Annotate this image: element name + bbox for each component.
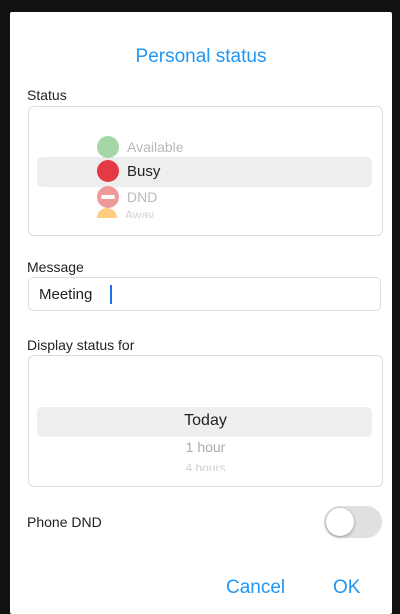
status-option-dnd[interactable]: DND (97, 186, 157, 208)
display-status-label: Display status for (27, 337, 135, 353)
dnd-bar-glyph (101, 195, 115, 199)
status-picker[interactable]: Available Busy DND Away (28, 106, 383, 236)
ok-button[interactable]: OK (333, 577, 360, 599)
toggle-knob (326, 508, 354, 536)
status-label: Status (27, 87, 67, 103)
cancel-button[interactable]: Cancel (226, 577, 285, 599)
busy-status-icon (97, 160, 119, 182)
personal-status-dialog: Personal status Status Available Busy DN… (10, 12, 392, 614)
dialog-title: Personal status (135, 46, 267, 67)
available-status-icon (97, 136, 119, 158)
message-label: Message (27, 259, 84, 275)
status-option-label: Available (127, 139, 184, 155)
message-input[interactable] (28, 277, 381, 311)
status-option-label: Away (125, 208, 155, 218)
status-option-away[interactable]: Away (97, 208, 154, 218)
phone-dnd-label: Phone DND (27, 514, 102, 530)
duration-picker[interactable]: Today 1 hour 4 hours (28, 355, 383, 487)
duration-option-1-hour[interactable]: 1 hour (29, 439, 382, 455)
status-option-available[interactable]: Available (97, 136, 184, 158)
duration-option-today[interactable]: Today (29, 412, 382, 430)
status-picker-selection (37, 157, 372, 187)
status-option-label: Busy (127, 162, 161, 180)
status-option-busy[interactable]: Busy (97, 160, 160, 182)
away-status-icon (97, 208, 117, 218)
dnd-status-icon (97, 186, 119, 208)
text-caret (110, 285, 112, 304)
duration-option-4-hours[interactable]: 4 hours (29, 461, 382, 471)
phone-dnd-toggle[interactable] (324, 506, 382, 538)
status-option-label: DND (127, 189, 158, 205)
